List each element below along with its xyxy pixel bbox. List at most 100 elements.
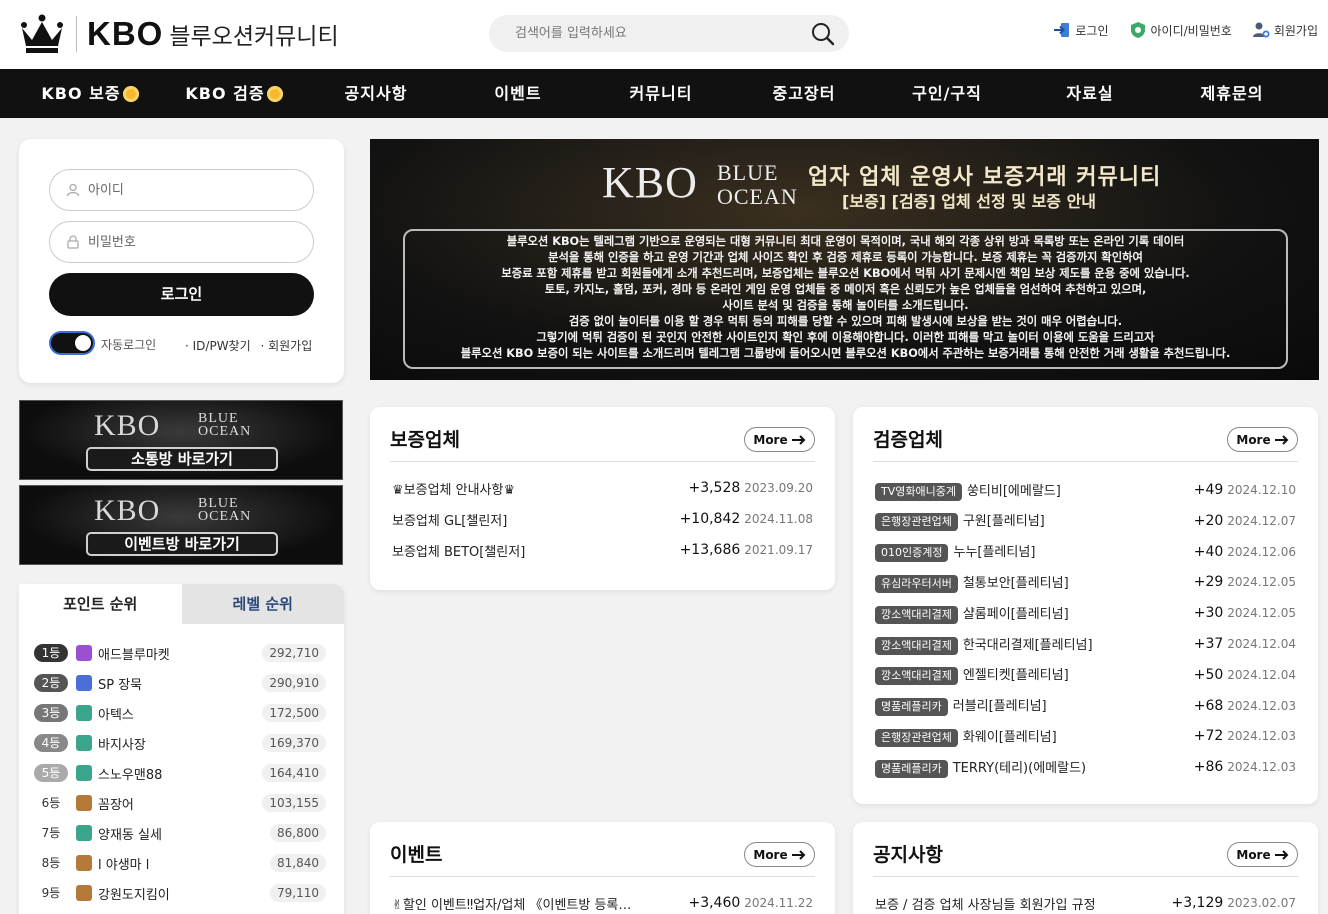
rank-row[interactable]: 9등 강원도지킴이 79,110 [34,882,326,904]
rank-row[interactable]: 1등 애드블루마켓 292,710 [34,642,326,664]
logo-subtitle: 블루오션커뮤니티 [169,24,339,50]
rank-user-name: 양재동 실세 [98,827,162,843]
nav-market[interactable]: 중고장터 [750,69,858,118]
arrow-right-icon [1274,434,1289,445]
chatroom-banner[interactable]: KBO BLUE OCEAN 소통방 바로가기 [19,400,343,480]
nav-jobs[interactable]: 구인/구직 [858,69,1036,118]
site-logo[interactable]: KBO 블루오션커뮤니티 [20,14,339,54]
list-item[interactable]: 깡소액대리결제 샬롬페이[플레티넘] +30 2024.12.05 [875,603,1296,624]
nav-kbo-guarantee[interactable]: KBO 보증 [0,69,180,118]
nav-label: KBO 보증 [41,84,121,103]
search-icon[interactable] [811,22,835,46]
password-field [49,221,314,263]
nav-resources[interactable]: 자료실 [1036,69,1144,118]
list-item-title: 보증업체 GL[챌린저] [392,513,508,529]
post-date: 2024.12.07 [1227,513,1296,528]
nav-kbo-verify[interactable]: KBO 검증 [180,69,288,118]
list-item[interactable]: 010인증계정 누누[플레티넘] +40 2024.12.06 [875,542,1296,563]
post-date: 2024.12.04 [1227,667,1296,682]
post-date: 2023.02.07 [1227,896,1296,910]
list-item[interactable]: 보증업체 GL[챌린저] +10,842 2024.11.08 [392,509,813,529]
list-item[interactable]: 은행장관련업체 구원[플레티넘] +20 2024.12.07 [875,511,1296,532]
crown-logo-icon [21,14,63,53]
list-item[interactable]: 명품레플리카 러블리[플레티넘] +68 2024.12.03 [875,696,1296,717]
eventroom-banner[interactable]: KBO BLUE OCEAN 이벤트방 바로가기 [19,485,343,565]
more-button[interactable]: More [1227,427,1298,452]
signup-link-label: 회원가입 [1273,23,1318,38]
list-item[interactable]: ✌할인 이벤트‼업자/업체 《이벤트방 등록… +3,460 2024.11.22 [392,893,813,913]
rank-score: 103,155 [262,794,326,812]
search-bar [489,15,849,52]
login-button[interactable]: 로그인 [49,273,314,316]
login-link[interactable]: 로그인 [1053,21,1109,39]
level-icon [76,885,92,901]
login-links: · ID/PW찾기 · 회원가입 [185,337,312,354]
search-input[interactable] [515,26,805,41]
more-button[interactable]: More [744,427,815,452]
card-divider [390,876,815,877]
add-user-icon [1252,22,1270,38]
rank-row[interactable]: 7등 양재동 실세 86,800 [34,822,326,844]
list-item[interactable]: 깡소액대리결제 한국대리결제[플레티넘] +37 2024.12.04 [875,634,1296,655]
list-item[interactable]: TV영화애니중계 쑹티비[에메랄드] +49 2024.12.10 [875,480,1296,501]
rank-row[interactable]: 6등 꼼장어 103,155 [34,792,326,814]
more-button[interactable]: More [744,842,815,867]
verified-card: 검증업체 More TV영화애니중계 쑹티비[에메랄드] +49 2024.12.10 은행… [853,407,1318,804]
rank-score: 164,410 [262,764,326,782]
signup-link-small[interactable]: · 회원가입 [260,339,312,353]
rank-badge: 8등 [41,856,61,870]
hero-kbo-text: KBO [602,158,698,207]
view-count: +10,842 [679,511,741,527]
signup-link[interactable]: 회원가입 [1252,21,1318,39]
toggle-knob [75,335,91,351]
list-item[interactable]: 유심라우터서버 철통보안[플레티넘] +29 2024.12.05 [875,572,1296,593]
post-date: 2024.12.05 [1227,575,1296,590]
nav-partnership[interactable]: 제휴문의 [1144,69,1320,118]
tab-point-rank[interactable]: 포인트 순위 [19,584,182,624]
list-item[interactable]: 깡소액대리결제 엔젤티켓[플레티넘] +50 2024.12.04 [875,664,1296,686]
find-idpw-link[interactable]: · ID/PW찾기 [185,339,251,353]
level-icon [76,705,92,721]
more-button[interactable]: More [1227,842,1298,867]
hero-line: 사이트 분석 및 검증을 통해 놀이터를 소개드립니다. [722,299,969,312]
password-input[interactable] [88,234,288,250]
rank-user-name: 강원도지킴이 [98,887,170,903]
rank-row[interactable]: 5등 스노우맨88 164,410 [34,762,326,784]
event-card: 이벤트 More ✌할인 이벤트‼업자/업체 《이벤트방 등록… +3,460 2024… [370,822,835,914]
banner-button[interactable]: 소통방 바로가기 [86,447,278,471]
rank-row[interactable]: 4등 바지사장 169,370 [34,732,326,754]
top-links: 로그인 아이디/비밀번호 회원가입 [1053,21,1318,39]
rank-row[interactable]: 8등 l 야생마 l 81,840 [34,852,326,874]
tab-level-rank[interactable]: 레벨 순위 [181,584,344,624]
card-title: 검증업체 [873,429,943,451]
find-account-link[interactable]: 아이디/비밀번호 [1129,21,1232,39]
banner-button[interactable]: 이벤트방 바로가기 [86,532,278,556]
list-item[interactable]: 보증업체 BETO[챌린저] +13,686 2021.09.17 [392,540,813,560]
nav-event[interactable]: 이벤트 [464,69,572,118]
nav-notice[interactable]: 공지사항 [288,69,464,118]
hero-blue: BLUE [717,160,779,185]
rank-user-name: 애드블루마켓 [98,647,170,663]
rank-row[interactable]: 3등 아텍스 172,500 [34,702,326,724]
post-date: 2024.11.22 [744,896,813,910]
list-item-text: 철통보안[플레티넘] [962,575,1069,591]
list-item[interactable]: 보증 / 검증 업체 사장님들 회원가입 규정 +3,129 2023.02.07 [875,893,1296,913]
auto-login-toggle[interactable] [49,331,95,355]
list-item-title: 깡소액대리결제 샬롬페이[플레티넘] [875,603,1194,624]
list-item-title: 깡소액대리결제 엔젤티켓[플레티넘] [875,664,1194,686]
hero-ocean: OCEAN [717,184,798,209]
rank-badge: 4등 [34,734,68,752]
list-item-text: 한국대리결제[플레티넘] [962,637,1093,653]
id-input[interactable] [88,182,288,198]
card-divider [390,461,815,462]
list-item[interactable]: 은행장관련업체 화웨이[플레티넘] +72 2024.12.03 [875,726,1296,747]
nav-community[interactable]: 커뮤니티 [572,69,750,118]
more-label: More [753,432,788,447]
user-icon [66,183,80,197]
rank-row[interactable]: 2등 SP 장묵 290,910 [34,672,326,694]
rank-badge: 1등 [34,644,68,662]
level-icon [76,825,92,841]
rank-user-name: 스노우맨88 [98,767,163,783]
list-item[interactable]: 명품레플리카 TERRY(테리)(에메랄드) +86 2024.12.03 [875,757,1296,778]
list-item[interactable]: ♛보증업체 안내사항♛ +3,528 2023.09.20 [392,478,813,498]
